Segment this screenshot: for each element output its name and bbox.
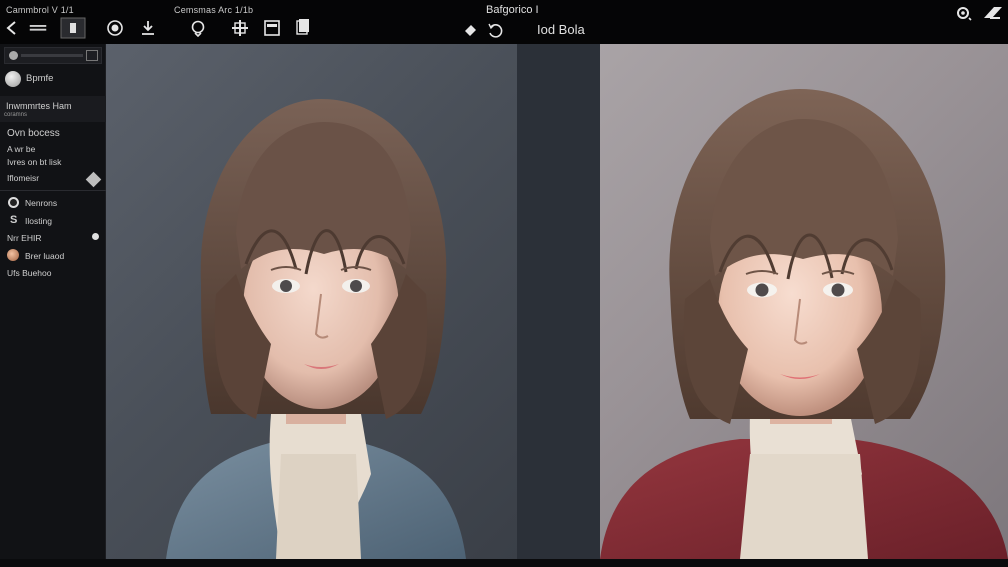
settings-icon[interactable] — [954, 3, 974, 23]
sidebar-search[interactable] — [4, 47, 102, 64]
toggle-dot-icon[interactable] — [92, 233, 99, 240]
app-label: Cammbrol V 1/1 — [6, 5, 74, 15]
window-title: Bafgorico I — [486, 4, 539, 16]
logo-icon — [982, 3, 1004, 23]
compare-label: Iod Bola — [537, 22, 585, 37]
list-item[interactable]: A wr be — [7, 144, 35, 154]
list-item[interactable]: Nrr EHIR — [7, 233, 41, 243]
brush-icon[interactable] — [188, 18, 208, 38]
undo-icon[interactable] — [485, 20, 505, 40]
diamond-icon[interactable] — [85, 171, 102, 188]
move-icon[interactable] — [230, 18, 250, 38]
avatar[interactable] — [5, 71, 21, 87]
list-item[interactable]: Ilosting — [25, 216, 52, 226]
top-toolbar: Cammbrol V 1/1 Cemsmas Arc 1/1b Bafgoric… — [0, 0, 1008, 44]
section-title: Inwmmrtes Ham — [6, 101, 72, 111]
panel-icon[interactable] — [262, 18, 282, 38]
after-pane[interactable] — [600, 44, 1008, 559]
before-pane[interactable] — [106, 44, 517, 559]
sub-label: Cemsmas Arc 1/1b — [174, 5, 254, 15]
section-subtitle: coramns — [4, 112, 28, 118]
compare-divider[interactable] — [517, 44, 600, 559]
list-item[interactable]: Ufs Buehoo — [7, 268, 51, 278]
status-dot — [9, 51, 18, 60]
collapse-button[interactable] — [86, 50, 98, 61]
s-icon: S — [10, 214, 18, 226]
eraser-icon[interactable] — [461, 20, 481, 40]
radio-icon[interactable] — [8, 197, 19, 208]
copy-icon[interactable] — [293, 16, 313, 36]
image-canvas[interactable] — [106, 44, 1008, 559]
section-header: Inwmmrtes Ham coramns — [0, 96, 106, 122]
back-icon[interactable] — [2, 18, 22, 38]
divider — [0, 190, 106, 191]
list-item[interactable]: Iflomeisr — [7, 173, 39, 183]
profile-label[interactable]: Bpmfe — [26, 73, 53, 84]
circle-icon[interactable] — [105, 18, 125, 38]
left-sidebar: Bpmfe Inwmmrtes Ham coramns Ovn bocess A… — [0, 44, 106, 567]
list-item[interactable]: Nenrons — [25, 198, 57, 208]
list-item[interactable]: Ivres on bt lisk — [7, 157, 61, 167]
layer-icon[interactable] — [60, 17, 86, 39]
portrait-after-image — [600, 89, 1008, 559]
search-bar — [21, 54, 83, 57]
list-item[interactable]: Ovn bocess — [7, 128, 60, 139]
bottom-strip — [0, 559, 1008, 567]
list-item[interactable]: Brer luaod — [25, 251, 64, 261]
portrait-before-image — [166, 99, 466, 559]
menu-icon[interactable] — [26, 18, 50, 38]
download-icon[interactable] — [138, 18, 158, 38]
face-thumbnail-icon — [7, 249, 19, 261]
